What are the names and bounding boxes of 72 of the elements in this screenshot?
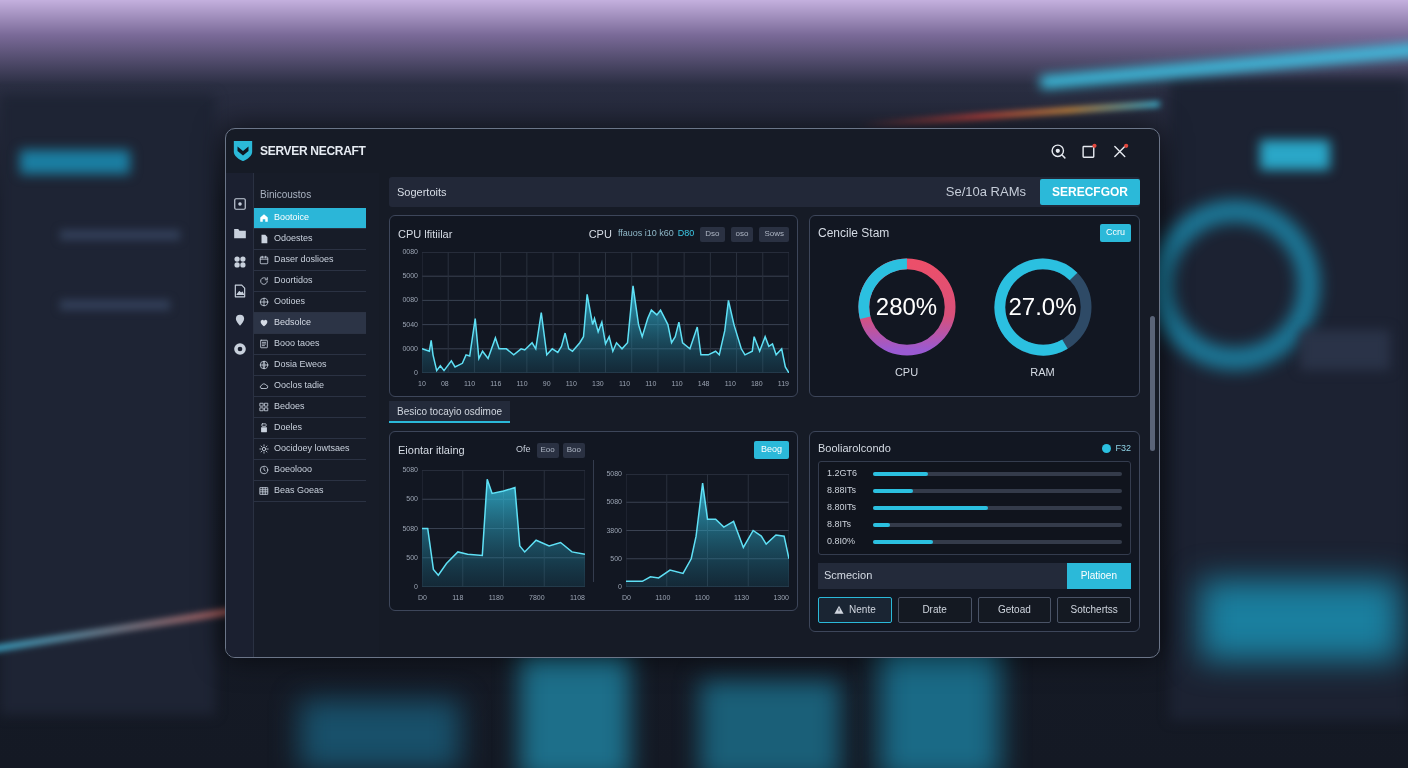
sidebar-item[interactable]: Doortidos [254, 271, 366, 292]
section-title: Scmecion [824, 568, 873, 584]
sidebar-item[interactable]: Daser doslioes [254, 250, 366, 271]
sidebar-item[interactable]: Bedoes [254, 397, 366, 418]
calendar-icon [259, 255, 269, 265]
heart-icon [259, 318, 269, 328]
grid-icon [259, 402, 269, 412]
bar-label: 1.2GT6 [827, 466, 858, 480]
bar-label: 8.88ITs [827, 483, 858, 497]
toolbar-title: Sogertoits [397, 184, 447, 200]
gauge-label: RAM [1030, 365, 1055, 380]
sidebar-item[interactable]: Beas Goeas [254, 481, 366, 502]
square-icon[interactable] [1081, 142, 1098, 160]
chart-button[interactable]: Sows [759, 226, 789, 242]
close-icon[interactable] [1112, 142, 1129, 160]
target-icon[interactable] [232, 342, 247, 356]
clock-icon [259, 465, 269, 475]
sidebar-item[interactable]: Odoestes [254, 229, 366, 250]
four-circles-icon[interactable] [232, 255, 247, 269]
house-icon [259, 213, 269, 223]
bar-label: 8.8ITs [827, 517, 852, 531]
sidebar-item[interactable]: Dosia Eweos [254, 355, 366, 376]
chart-button[interactable]: Dso [700, 226, 725, 242]
badge: Ccru [1100, 224, 1131, 242]
crosshair-icon [259, 297, 269, 307]
sun-icon [259, 444, 269, 454]
bar-label: 8.80ITs [827, 500, 858, 514]
search-icon[interactable] [1050, 142, 1067, 160]
sidebar-item[interactable]: Booo taoes [254, 334, 366, 355]
warning-icon [834, 604, 845, 615]
chart-title: Eiontar itlaing [398, 442, 465, 458]
sidebar-item[interactable]: Bedsolce [254, 313, 366, 334]
card-title: Booliarolcondo [818, 441, 891, 456]
sidebar-item[interactable]: Boeolooo [254, 460, 366, 481]
legend-swatch-icon [1102, 443, 1112, 453]
gauge-reading: 280% [875, 292, 938, 322]
list-icon [259, 339, 269, 349]
scrollbar-thumb[interactable] [1149, 316, 1155, 451]
option-button[interactable]: Drate [897, 596, 972, 623]
legend-label: F32 [1115, 441, 1131, 455]
chart-button[interactable]: Boo [562, 442, 585, 458]
file-icon [259, 234, 269, 244]
badge: Beog [753, 441, 789, 459]
tab[interactable]: Besico tocayio osdimoe [389, 401, 511, 423]
table-icon [259, 486, 269, 496]
legend-range: ffauos i10 k60 [617, 227, 674, 241]
globe-icon [259, 360, 269, 370]
sidebar-item[interactable]: Ooclos tadie [254, 376, 366, 397]
sidebar-item[interactable]: Doeles [254, 418, 366, 439]
sidebar-heading: Binicoustos [259, 188, 313, 202]
window-title: SERVER NECRAFT [260, 143, 366, 160]
bar-label: 0.8I0% [827, 534, 857, 548]
option-button[interactable]: Getoad [977, 596, 1052, 623]
chart-button[interactable]: Eoo [536, 442, 559, 458]
card-title: Cencile Stam [818, 225, 890, 242]
toolbar-info: Se/10a RAMs [945, 183, 1026, 202]
chart-title: CPU lfitiilar [398, 226, 453, 242]
folder-icon[interactable] [232, 226, 247, 240]
gauge-label: CPU [894, 365, 919, 380]
jar-icon [259, 423, 269, 433]
filter-label: Ofe [516, 443, 531, 457]
gauge-reading: 27.0% [1008, 292, 1077, 322]
chart-button[interactable]: oso [730, 226, 754, 242]
option-button[interactable]: Nente [818, 596, 892, 623]
legend-value: D80 [677, 227, 695, 241]
option-button[interactable]: Sotchertss [1057, 596, 1131, 623]
cloud-icon [259, 381, 269, 391]
shield-logo-icon [232, 139, 254, 163]
refresh-icon [259, 276, 269, 286]
legend-label: CPU [588, 226, 612, 242]
file-image-icon[interactable] [232, 284, 247, 298]
sidebar-item[interactable]: Oocidoey lowtsaes [254, 439, 366, 460]
